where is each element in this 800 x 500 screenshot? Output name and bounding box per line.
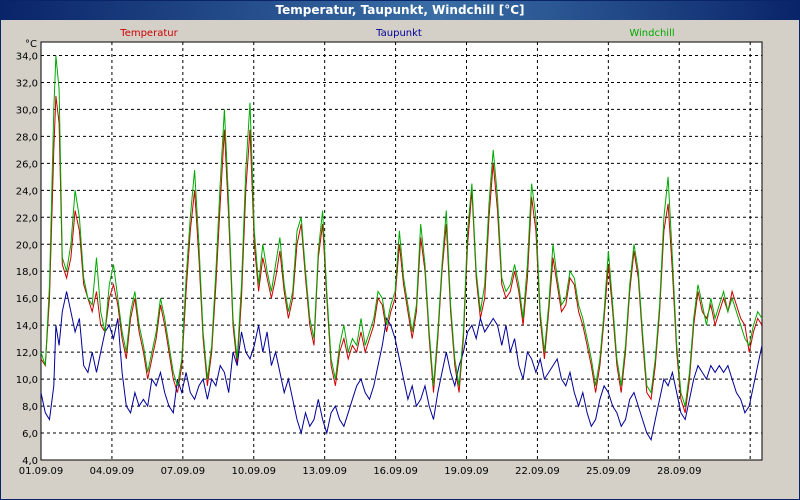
y-tick-label: 28,0 — [16, 132, 38, 143]
y-tick-label: 10,0 — [16, 375, 38, 386]
y-tick-label: 18,0 — [16, 267, 38, 278]
y-tick-label: 30,0 — [16, 105, 38, 116]
y-tick-label: 22,0 — [16, 213, 38, 224]
legend: Temperatur Taupunkt Windchill — [119, 28, 674, 39]
x-tick-label: 07.09.09 — [161, 466, 206, 477]
y-tick-label: 12,0 — [16, 348, 38, 359]
y-axis: 4,06,08,010,012,014,016,018,020,022,024,… — [16, 51, 38, 467]
x-tick-label: 28.09.09 — [657, 466, 702, 477]
x-tick-label: 01.09.09 — [19, 466, 64, 477]
x-tick-label: 22.09.09 — [515, 466, 560, 477]
y-tick-label: 14,0 — [16, 321, 38, 332]
x-tick-label: 04.09.09 — [90, 466, 135, 477]
legend-item-taupunkt: Taupunkt — [375, 28, 422, 39]
legend-item-temperatur: Temperatur — [119, 28, 178, 39]
x-tick-label: 25.09.09 — [586, 466, 631, 477]
chart-window: Temperatur, Taupunkt, Windchill [°C] 4,0… — [0, 0, 800, 500]
y-axis-unit: °C — [25, 39, 37, 50]
y-tick-label: 20,0 — [16, 240, 38, 251]
y-tick-label: 8,0 — [22, 402, 38, 413]
y-tick-label: 24,0 — [16, 186, 38, 197]
y-tick-label: 32,0 — [16, 78, 38, 89]
y-tick-label: 16,0 — [16, 294, 38, 305]
temperature-chart: 4,06,08,010,012,014,016,018,020,022,024,… — [16, 28, 763, 477]
y-tick-label: 6,0 — [22, 429, 38, 440]
y-tick-label: 34,0 — [16, 51, 38, 62]
y-tick-label: 26,0 — [16, 159, 38, 170]
x-tick-label: 10.09.09 — [231, 466, 276, 477]
x-axis: 01.09.09 04.09.09 07.09.09 10.09.09 13.09.09… — [19, 466, 702, 477]
x-tick-label: 13.09.09 — [302, 466, 347, 477]
x-tick-label: 19.09.09 — [444, 466, 489, 477]
title-bar: Temperatur, Taupunkt, Windchill [°C] — [1, 1, 799, 20]
legend-item-windchill: Windchill — [629, 28, 674, 39]
x-tick-label: 16.09.09 — [373, 466, 418, 477]
window-title: Temperatur, Taupunkt, Windchill [°C] — [275, 3, 525, 17]
